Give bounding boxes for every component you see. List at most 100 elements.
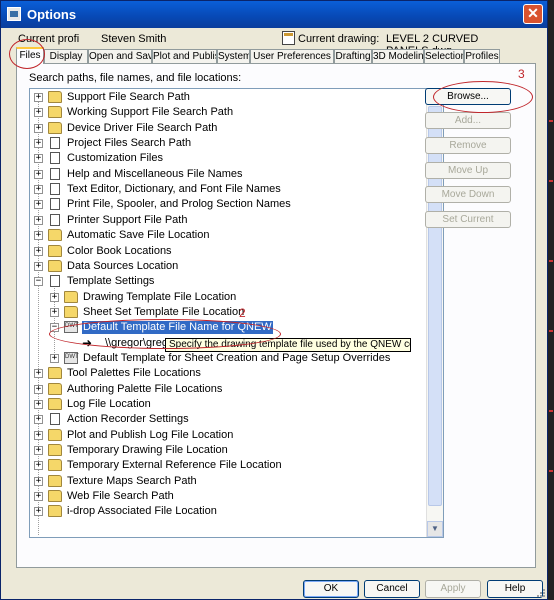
scroll-down-icon[interactable]: ▼ (427, 521, 443, 537)
drawing-file-icon (282, 31, 295, 45)
folder-icon (48, 459, 62, 472)
expand-icon[interactable]: + (34, 154, 43, 164)
annotation-number-2: 2 (239, 306, 246, 320)
resize-grip-icon[interactable] (536, 588, 546, 598)
tab-display[interactable]: Display (44, 49, 88, 63)
expand-icon[interactable]: + (34, 369, 43, 379)
expand-icon[interactable]: + (34, 246, 43, 256)
current-drawing-label: Current drawing: (298, 33, 380, 45)
app-icon (7, 7, 21, 21)
tree-item-label: Working Support File Search Path (67, 106, 234, 119)
expand-icon[interactable]: + (34, 476, 43, 486)
expand-icon[interactable]: + (34, 93, 43, 102)
tree-item-label: Text Editor, Dictionary, and Font File N… (67, 183, 281, 196)
tab-3d-modeling[interactable]: 3D Modeling (372, 49, 424, 63)
expand-icon[interactable]: + (34, 430, 43, 440)
expand-icon[interactable]: + (34, 231, 43, 241)
close-button[interactable]: ✕ (523, 4, 543, 24)
path-arrow-icon: ➜ (82, 335, 93, 350)
tree-item-label: Log File Location (67, 398, 151, 410)
folder-icon (64, 305, 78, 318)
tree-item-label: i-drop Associated File Location (67, 505, 217, 518)
help-button[interactable]: Help (487, 580, 543, 598)
tab-files[interactable]: Files (16, 47, 44, 64)
expand-icon[interactable]: + (34, 139, 43, 149)
folder-icon (48, 382, 62, 395)
tab-system[interactable]: System (217, 49, 250, 63)
document-icon (50, 413, 60, 426)
tree-item-label: Device Driver File Search Path (67, 121, 218, 134)
folder-icon (48, 367, 62, 380)
annotation-number-3: 3 (518, 67, 525, 81)
expand-icon[interactable]: + (34, 169, 43, 179)
move-down-button[interactable]: Move Down (425, 186, 511, 203)
tree-item-label: Automatic Save File Location (67, 229, 210, 242)
expand-icon[interactable]: + (34, 507, 43, 517)
expand-icon[interactable]: + (50, 307, 59, 317)
tree-rows: + Support File Search Path + Working Suppor… (30, 89, 427, 537)
expand-icon[interactable]: + (34, 261, 43, 271)
tab-selection[interactable]: Selection (424, 49, 464, 63)
current-profile-label: Current profi (18, 33, 80, 45)
expand-icon[interactable]: + (34, 415, 43, 425)
collapse-icon[interactable]: − (34, 277, 43, 287)
expand-icon[interactable]: + (34, 461, 43, 471)
search-paths-label: Search paths, file names, and file locat… (29, 72, 242, 84)
folder-icon (48, 505, 62, 518)
browse-button[interactable]: Browse... (425, 88, 511, 105)
tab-plot-and-publish[interactable]: Plot and Publish (152, 49, 217, 63)
document-icon (50, 183, 60, 196)
tree-item-label: Support File Search Path (67, 91, 190, 103)
expand-icon[interactable]: + (34, 446, 43, 456)
tree-item-label: Sheet Set Template File Location (83, 305, 245, 318)
expand-icon[interactable]: + (34, 492, 43, 502)
cancel-button[interactable]: Cancel (364, 580, 420, 598)
document-icon (50, 213, 60, 226)
set-current-button[interactable]: Set Current (425, 211, 511, 228)
background-desktop-strip (548, 0, 554, 600)
template-file-icon: DWT (64, 321, 79, 334)
expand-icon[interactable]: + (34, 108, 43, 118)
tree-item-label: Color Book Locations (67, 244, 172, 257)
expand-icon[interactable]: + (50, 353, 59, 363)
expand-icon[interactable]: + (34, 384, 43, 394)
expand-icon[interactable]: + (34, 215, 43, 225)
options-dialog: Options ✕ Current profi Steven Smith Cur… (0, 0, 548, 600)
tab-user-preferences[interactable]: User Preferences (250, 49, 334, 63)
tree-item-label: Drawing Template File Location (83, 290, 237, 303)
tree-item-label: Action Recorder Settings (67, 413, 189, 426)
expand-icon[interactable]: + (50, 292, 59, 302)
folder-icon (48, 91, 62, 103)
add-button[interactable]: Add... (425, 112, 511, 129)
tree-item-label: Temporary External Reference File Locati… (67, 459, 282, 472)
document-icon (50, 275, 60, 288)
tree-item-label: Help and Miscellaneous File Names (67, 167, 243, 180)
tab-drafting[interactable]: Drafting (334, 49, 372, 63)
tab-profiles[interactable]: Profiles (464, 49, 500, 63)
tree-item-label: Web File Search Path (67, 490, 174, 503)
expand-icon[interactable]: + (34, 185, 43, 195)
tab-open-and-save[interactable]: Open and Save (88, 49, 152, 63)
document-icon (50, 198, 60, 211)
remove-button[interactable]: Remove (425, 137, 511, 154)
folder-icon (48, 244, 62, 257)
expand-icon[interactable]: + (34, 200, 43, 210)
ok-button[interactable]: OK (303, 580, 359, 598)
expand-icon[interactable]: + (34, 400, 43, 409)
collapse-icon[interactable]: − (50, 323, 59, 333)
tree-vertical-scrollbar[interactable]: ▲ ▼ (426, 89, 443, 537)
tree-item-label: Texture Maps Search Path (67, 474, 197, 487)
apply-button[interactable]: Apply (425, 580, 481, 598)
folder-icon (48, 398, 62, 410)
qnew-tooltip: Specify the drawing template file used b… (165, 338, 411, 352)
expand-icon[interactable]: + (34, 123, 43, 133)
file-locations-tree[interactable]: + Support File Search Path + Working Suppor… (29, 88, 444, 538)
document-icon (50, 167, 60, 180)
document-icon (50, 137, 60, 150)
folder-icon (48, 121, 62, 134)
title-bar[interactable]: Options ✕ (1, 1, 547, 28)
tree-item-label: Default Template for Sheet Creation and … (83, 351, 391, 364)
tree-item-label: Default Template File Name for QNEW (82, 321, 273, 335)
profile-row: Current profi Steven Smith Current drawi… (1, 29, 547, 57)
move-up-button[interactable]: Move Up (425, 162, 511, 179)
